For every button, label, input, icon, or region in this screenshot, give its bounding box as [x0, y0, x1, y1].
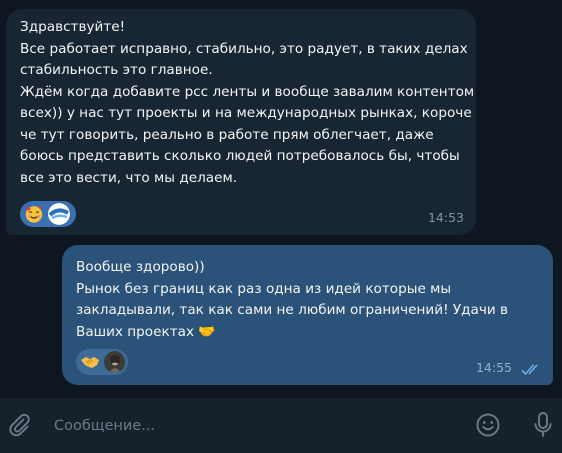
emoji-button[interactable]: [472, 408, 504, 442]
message-text: Здравствуйте! Все работает исправно, ста…: [20, 19, 475, 186]
read-checkmarks-icon: [521, 364, 538, 376]
voice-message-button[interactable]: [528, 408, 558, 442]
message-list[interactable]: Здравствуйте! Все работает исправно, ста…: [0, 0, 562, 397]
reaction-pill[interactable]: [76, 349, 128, 375]
reaction-pill[interactable]: [20, 201, 76, 227]
outgoing-message-bubble[interactable]: Вообще здорово)) Рынок без границ как ра…: [62, 245, 553, 385]
message-input[interactable]: [54, 414, 454, 438]
incoming-message-bubble[interactable]: Здравствуйте! Все работает исправно, ста…: [6, 9, 476, 235]
avatar: [48, 203, 70, 225]
microphone-icon: [534, 412, 552, 437]
avatar: [104, 351, 125, 373]
reactions-bar: [20, 201, 76, 227]
smiling-face-with-hearts-icon: [24, 204, 44, 224]
message-time: 14:53: [427, 209, 464, 225]
message-composer: [0, 397, 562, 453]
attach-button[interactable]: [4, 408, 34, 442]
handshake-icon: [80, 352, 100, 372]
message-text: Вообще здорово)) Рынок без границ как ра…: [76, 259, 509, 340]
paperclip-icon: [9, 413, 30, 437]
reactions-bar: [76, 349, 128, 375]
message-time: 14:55: [475, 359, 512, 375]
smiley-icon: [476, 413, 500, 437]
